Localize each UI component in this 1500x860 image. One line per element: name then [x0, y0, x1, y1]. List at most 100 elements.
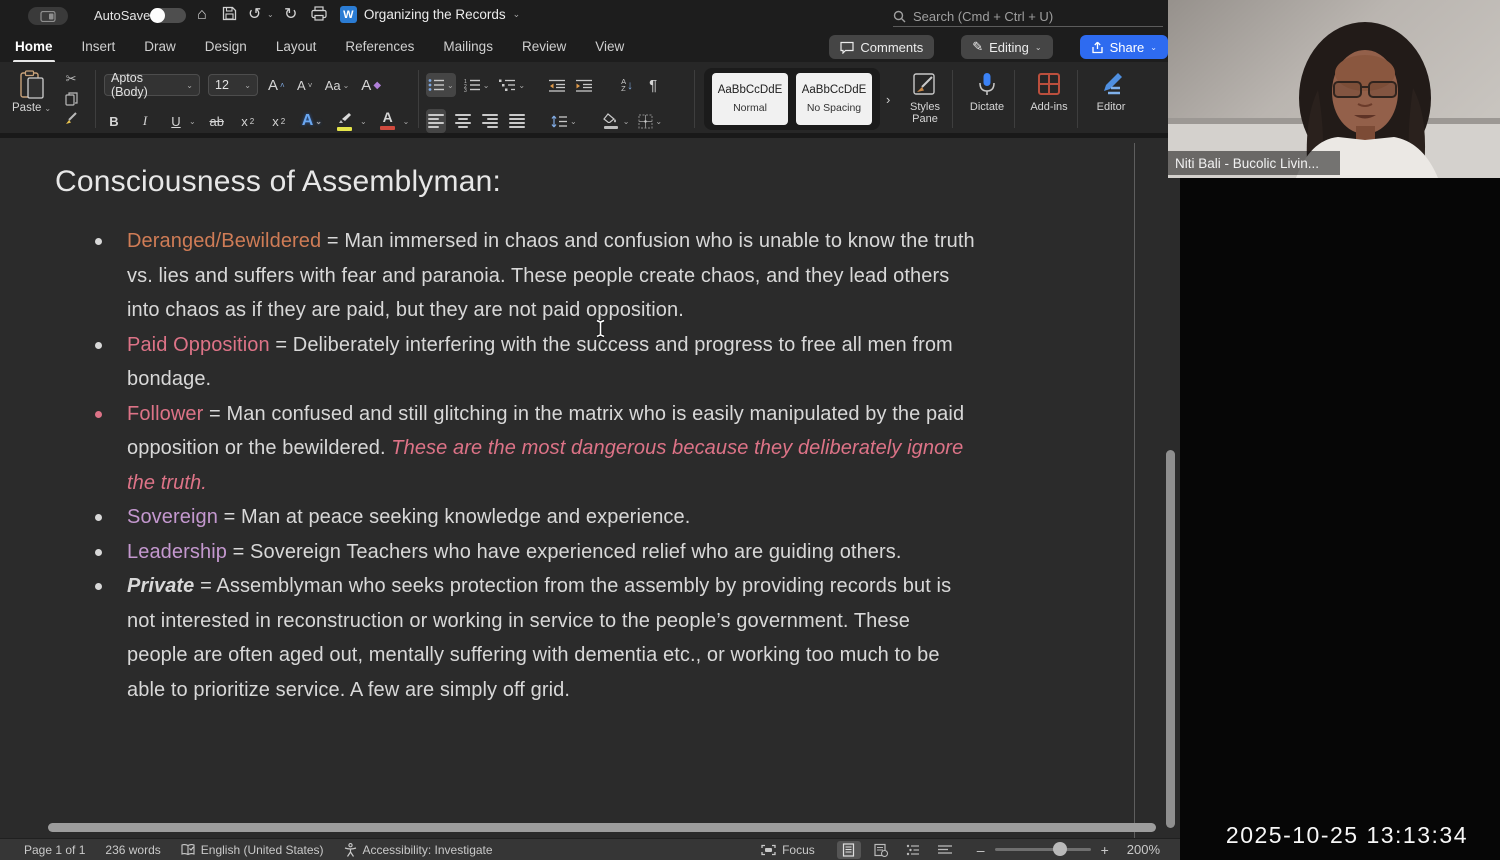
shading-chevron-icon[interactable]: ⌄ — [623, 117, 630, 126]
comments-button[interactable]: Comments — [829, 35, 935, 59]
superscript-button[interactable]: x2 — [269, 109, 289, 133]
addins-icon — [1038, 73, 1060, 95]
word-window: AutoSave ⌂ ↺ ⌄ ↻ ⋯ W Organizing the Reco… — [0, 0, 1180, 860]
bullets-button[interactable]: ⌄ — [426, 73, 456, 97]
pencil-icon: ✎ — [972, 39, 984, 54]
grow-font-button[interactable]: A ˄ — [266, 73, 287, 97]
italic-button[interactable]: I — [135, 109, 155, 133]
shading-button[interactable] — [601, 109, 621, 133]
horizontal-scrollbar[interactable] — [48, 823, 1156, 832]
style-sample: AaBbCcDdE — [801, 84, 867, 96]
zoom-slider-thumb[interactable] — [1052, 842, 1067, 856]
vertical-scrollbar[interactable] — [1166, 450, 1175, 828]
dictate-button[interactable]: Dictate — [958, 71, 1016, 125]
text-segment: = Sovereign Teachers who have experience… — [226, 540, 902, 563]
font-color-chevron-icon[interactable]: ⌄ — [403, 117, 410, 126]
strikethrough-button[interactable]: ab — [207, 109, 227, 133]
borders-button[interactable]: ⌄ — [636, 109, 664, 133]
tab-insert[interactable]: Insert — [82, 39, 116, 56]
cut-button[interactable]: ✂ — [61, 71, 81, 87]
decrease-indent-button[interactable] — [547, 73, 568, 97]
accessibility-icon — [344, 842, 356, 857]
paste-button[interactable]: Paste ⌄ — [12, 70, 51, 127]
increase-indent-button[interactable] — [574, 73, 595, 97]
align-left-button[interactable] — [426, 109, 446, 133]
bullet-item: Sovereign = Man at peace seeking knowled… — [95, 500, 975, 535]
line-spacing-icon — [551, 115, 567, 127]
underline-button[interactable]: U — [166, 109, 186, 133]
text-segment: Deranged/Bewildered — [127, 230, 322, 252]
proofing-icon — [181, 844, 195, 856]
text-segment: = Assemblyman who seeks protection from … — [127, 575, 952, 701]
line-spacing-button[interactable]: ⌄ — [549, 109, 579, 133]
numbering-button[interactable]: 123 ⌄ — [462, 73, 492, 97]
align-center-button[interactable] — [453, 109, 473, 133]
zoom-out-button[interactable]: – — [977, 842, 985, 858]
tab-home[interactable]: Home — [13, 39, 55, 63]
tab-references[interactable]: References — [345, 39, 414, 56]
tab-mailings[interactable]: Mailings — [443, 39, 493, 56]
justify-button[interactable] — [507, 109, 527, 133]
draft-view-button[interactable] — [933, 841, 957, 859]
document-heading: Consciousness of Assemblyman: — [55, 165, 502, 198]
style-name: No Spacing — [806, 102, 862, 114]
word-count[interactable]: 236 words — [105, 843, 160, 857]
print-layout-view-button[interactable] — [836, 840, 861, 859]
bullet-item: Leadership = Sovereign Teachers who have… — [95, 535, 975, 570]
page-indicator[interactable]: Page 1 of 1 — [24, 843, 85, 857]
screen: AutoSave ⌂ ↺ ⌄ ↻ ⋯ W Organizing the Reco… — [0, 0, 1500, 860]
search-field[interactable]: Search (Cmd + Ctrl + U) — [893, 6, 1163, 27]
clear-formatting-button[interactable]: A ◆ — [359, 73, 383, 97]
copy-button[interactable] — [61, 91, 81, 107]
editor-button[interactable]: Editor — [1082, 71, 1140, 125]
font-color-button[interactable]: A — [378, 109, 398, 133]
share-chevron-icon: ⌄ — [1150, 42, 1157, 52]
print-layout-icon — [843, 842, 855, 857]
addins-button[interactable]: Add-ins — [1020, 71, 1078, 125]
comment-icon — [840, 41, 854, 54]
share-button[interactable]: Share ⌄ — [1079, 35, 1168, 59]
text-segment: Follower — [127, 402, 204, 425]
bold-button[interactable]: B — [104, 109, 124, 133]
participant-name: Niti Bali - Bucolic Livin... — [1175, 155, 1320, 171]
tab-review[interactable]: Review — [522, 39, 566, 56]
accessibility-status[interactable]: Accessibility: Investigate — [344, 843, 493, 857]
multilevel-chevron-icon: ⌄ — [518, 80, 526, 90]
highlight-chevron-icon[interactable]: ⌄ — [360, 117, 367, 126]
shrink-font-button[interactable]: A ˅ — [295, 73, 315, 97]
focus-button[interactable]: Focus — [761, 843, 815, 857]
sort-button[interactable]: AZ ↓ — [617, 73, 637, 97]
align-right-button[interactable] — [480, 109, 500, 133]
outline-view-button[interactable] — [901, 841, 925, 859]
style-card-normal[interactable]: AaBbCcDdE Normal — [712, 73, 788, 125]
zoom-level[interactable]: 200% — [1127, 842, 1160, 857]
document-canvas[interactable]: Consciousness of Assemblyman: Deranged/B… — [0, 143, 1180, 838]
focus-icon — [761, 844, 776, 855]
font-name-select[interactable]: Aptos (Body) ⌄ — [104, 71, 200, 99]
document-title[interactable]: W Organizing the Records ⌄ — [0, 6, 860, 23]
tab-design[interactable]: Design — [205, 39, 247, 56]
show-marks-button[interactable]: ¶ — [643, 73, 663, 97]
font-size-select[interactable]: 12 ⌄ — [208, 74, 258, 96]
editing-mode-button[interactable]: ✎ Editing ⌄ — [961, 35, 1053, 59]
format-painter-button[interactable] — [61, 111, 81, 127]
borders-icon — [638, 114, 653, 128]
proofing-status[interactable]: English (United States) — [181, 843, 324, 857]
highlight-button[interactable] — [335, 109, 355, 133]
underline-chevron-icon[interactable]: ⌄ — [189, 117, 196, 126]
tab-layout[interactable]: Layout — [276, 39, 317, 56]
styles-pane-button[interactable]: Styles Pane — [896, 71, 954, 125]
subscript-button[interactable]: x2 — [238, 109, 258, 133]
styles-gallery-expand-icon[interactable]: › — [886, 92, 890, 107]
text-segment: Leadership — [127, 540, 227, 563]
change-case-button[interactable]: Aa ⌄ — [323, 73, 352, 97]
zoom-slider[interactable] — [994, 842, 1091, 856]
tab-view[interactable]: View — [595, 39, 624, 56]
text-effects-button[interactable]: A ⌄ — [300, 109, 324, 133]
zoom-in-button[interactable]: + — [1101, 842, 1109, 858]
tab-draw[interactable]: Draw — [144, 39, 176, 56]
multilevel-list-button[interactable]: ⌄ — [497, 73, 527, 97]
bullet-list: Deranged/Bewildered = Man immersed in ch… — [95, 224, 975, 707]
web-layout-view-button[interactable] — [869, 841, 893, 859]
style-card-no-spacing[interactable]: AaBbCcDdE No Spacing — [796, 73, 872, 125]
